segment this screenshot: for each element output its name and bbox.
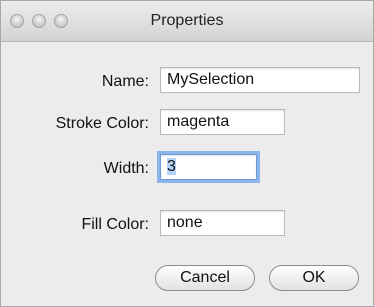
name-field[interactable]: MySelection: [160, 67, 360, 93]
width-field[interactable]: 3: [160, 154, 257, 180]
stroke-color-label: Stroke Color:: [55, 115, 149, 132]
width-label: Width:: [103, 160, 149, 177]
fill-color-field[interactable]: none: [160, 210, 285, 236]
properties-dialog: Properties Name: MySelection Stroke Colo…: [0, 0, 374, 307]
name-label: Name:: [101, 73, 149, 90]
title-bar: Properties: [1, 1, 373, 42]
window-title: Properties: [150, 12, 224, 29]
cancel-button[interactable]: Cancel: [155, 265, 255, 291]
ok-button[interactable]: OK: [269, 265, 359, 291]
fill-color-label: Fill Color:: [81, 216, 149, 233]
stroke-color-field[interactable]: magenta: [160, 109, 285, 135]
width-value: 3: [167, 158, 176, 175]
